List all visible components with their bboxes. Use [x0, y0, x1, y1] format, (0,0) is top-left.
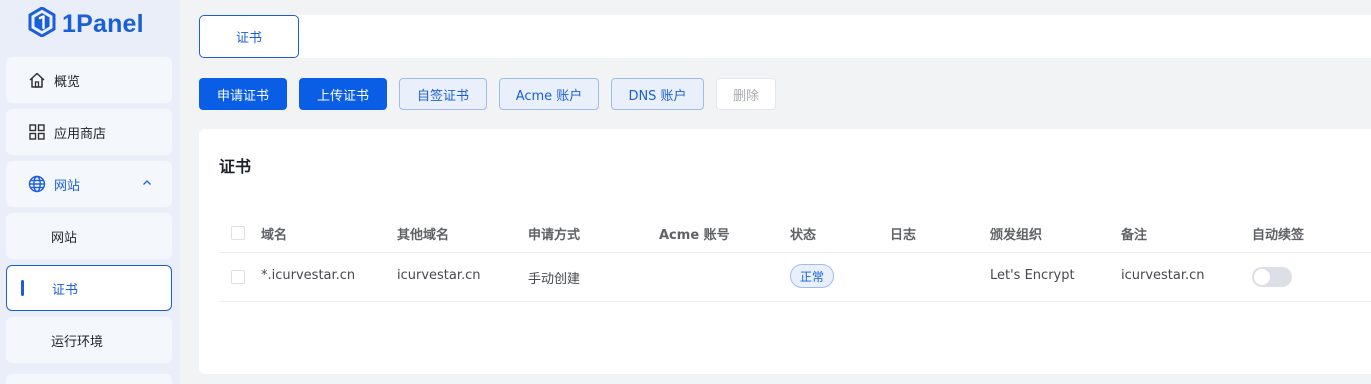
column-header-other-domains[interactable]: 其他域名	[397, 224, 449, 243]
logo-text: 1Panel	[62, 9, 144, 38]
card-title: 证书	[219, 157, 252, 176]
logo[interactable]: 1Panel	[28, 6, 144, 42]
column-header-domain[interactable]: 域名	[261, 224, 287, 243]
sidebar-item-label: 网站	[54, 178, 81, 194]
column-header-status[interactable]: 状态	[790, 224, 816, 243]
sidebar-item-label: 概览	[54, 74, 81, 90]
column-header-remark[interactable]: 备注	[1121, 224, 1147, 243]
sidebar-subitem-label: 网站	[51, 230, 78, 246]
cell-apply-method: 手动创建	[528, 272, 581, 287]
sidebar-subitem-website[interactable]: 网站	[6, 213, 172, 259]
home-icon	[28, 71, 46, 89]
apps-grid-icon	[28, 123, 46, 141]
row-divider	[219, 301, 1371, 302]
status-badge: 正常	[790, 264, 834, 288]
self-signed-certificate-button[interactable]: 自签证书	[399, 78, 487, 110]
cell-issuer: Let's Encrypt	[990, 268, 1075, 283]
tab-certificate[interactable]: 证书	[199, 15, 299, 58]
select-all-checkbox[interactable]	[231, 226, 245, 240]
delete-button[interactable]: 删除	[716, 78, 776, 110]
upload-certificate-button[interactable]: 上传证书	[299, 78, 387, 110]
column-header-log[interactable]: 日志	[890, 224, 916, 243]
sidebar: 1Panel 概览 应用商店 网站 网站 证书 运行环境	[0, 0, 180, 384]
toggle-knob	[1254, 269, 1270, 285]
sidebar-item-overview[interactable]: 概览	[6, 57, 172, 103]
sidebar-item-website[interactable]: 网站	[6, 161, 172, 207]
tab-bar: 证书	[199, 15, 1371, 58]
cell-remark: icurvestar.cn	[1121, 268, 1205, 283]
sidebar-subitem-certificate[interactable]: 证书	[6, 265, 172, 311]
sidebar-subitem-label: 证书	[52, 282, 79, 298]
sidebar-item-app-store[interactable]: 应用商店	[6, 109, 172, 155]
cell-other-domains: icurvestar.cn	[397, 268, 481, 283]
row-checkbox[interactable]	[231, 270, 245, 284]
dns-account-button[interactable]: DNS 账户	[611, 78, 704, 110]
column-header-apply-method[interactable]: 申请方式	[528, 224, 580, 243]
acme-account-button[interactable]: Acme 账户	[499, 78, 599, 110]
column-header-acme-account[interactable]: Acme 账号	[659, 224, 730, 243]
globe-icon	[28, 175, 46, 193]
logo-icon	[28, 6, 56, 41]
chevron-up-icon	[142, 177, 152, 192]
active-indicator	[21, 280, 24, 296]
column-header-auto-renew[interactable]: 自动续签	[1252, 224, 1304, 243]
column-header-issuer[interactable]: 颁发组织	[990, 224, 1042, 243]
sidebar-subitem-runtime[interactable]: 运行环境	[6, 317, 172, 363]
certificate-card: 证书 域名 其他域名 申请方式 Acme 账号 状态 日志 颁发组织 备注 自动…	[199, 129, 1371, 374]
row-divider	[219, 252, 1371, 253]
cell-domain: *.icurvestar.cn	[261, 268, 356, 283]
auto-renew-toggle[interactable]	[1252, 267, 1292, 287]
sidebar-item-next[interactable]	[6, 374, 172, 384]
sidebar-subitem-label: 运行环境	[51, 334, 104, 350]
apply-certificate-button[interactable]: 申请证书	[199, 78, 287, 110]
sidebar-item-label: 应用商店	[54, 126, 107, 142]
